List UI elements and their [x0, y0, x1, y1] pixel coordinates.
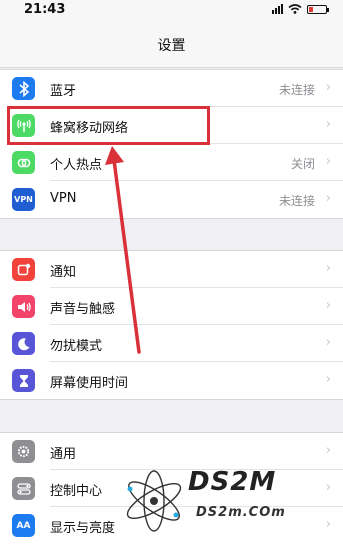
watermark-title: DS2M	[188, 467, 277, 497]
annotation-arrow-icon	[105, 146, 141, 354]
atom-logo-icon	[126, 470, 182, 532]
watermark-logo: DS2M DS2m.COm	[118, 465, 338, 541]
watermark-url: DS2m.COm	[196, 505, 286, 520]
